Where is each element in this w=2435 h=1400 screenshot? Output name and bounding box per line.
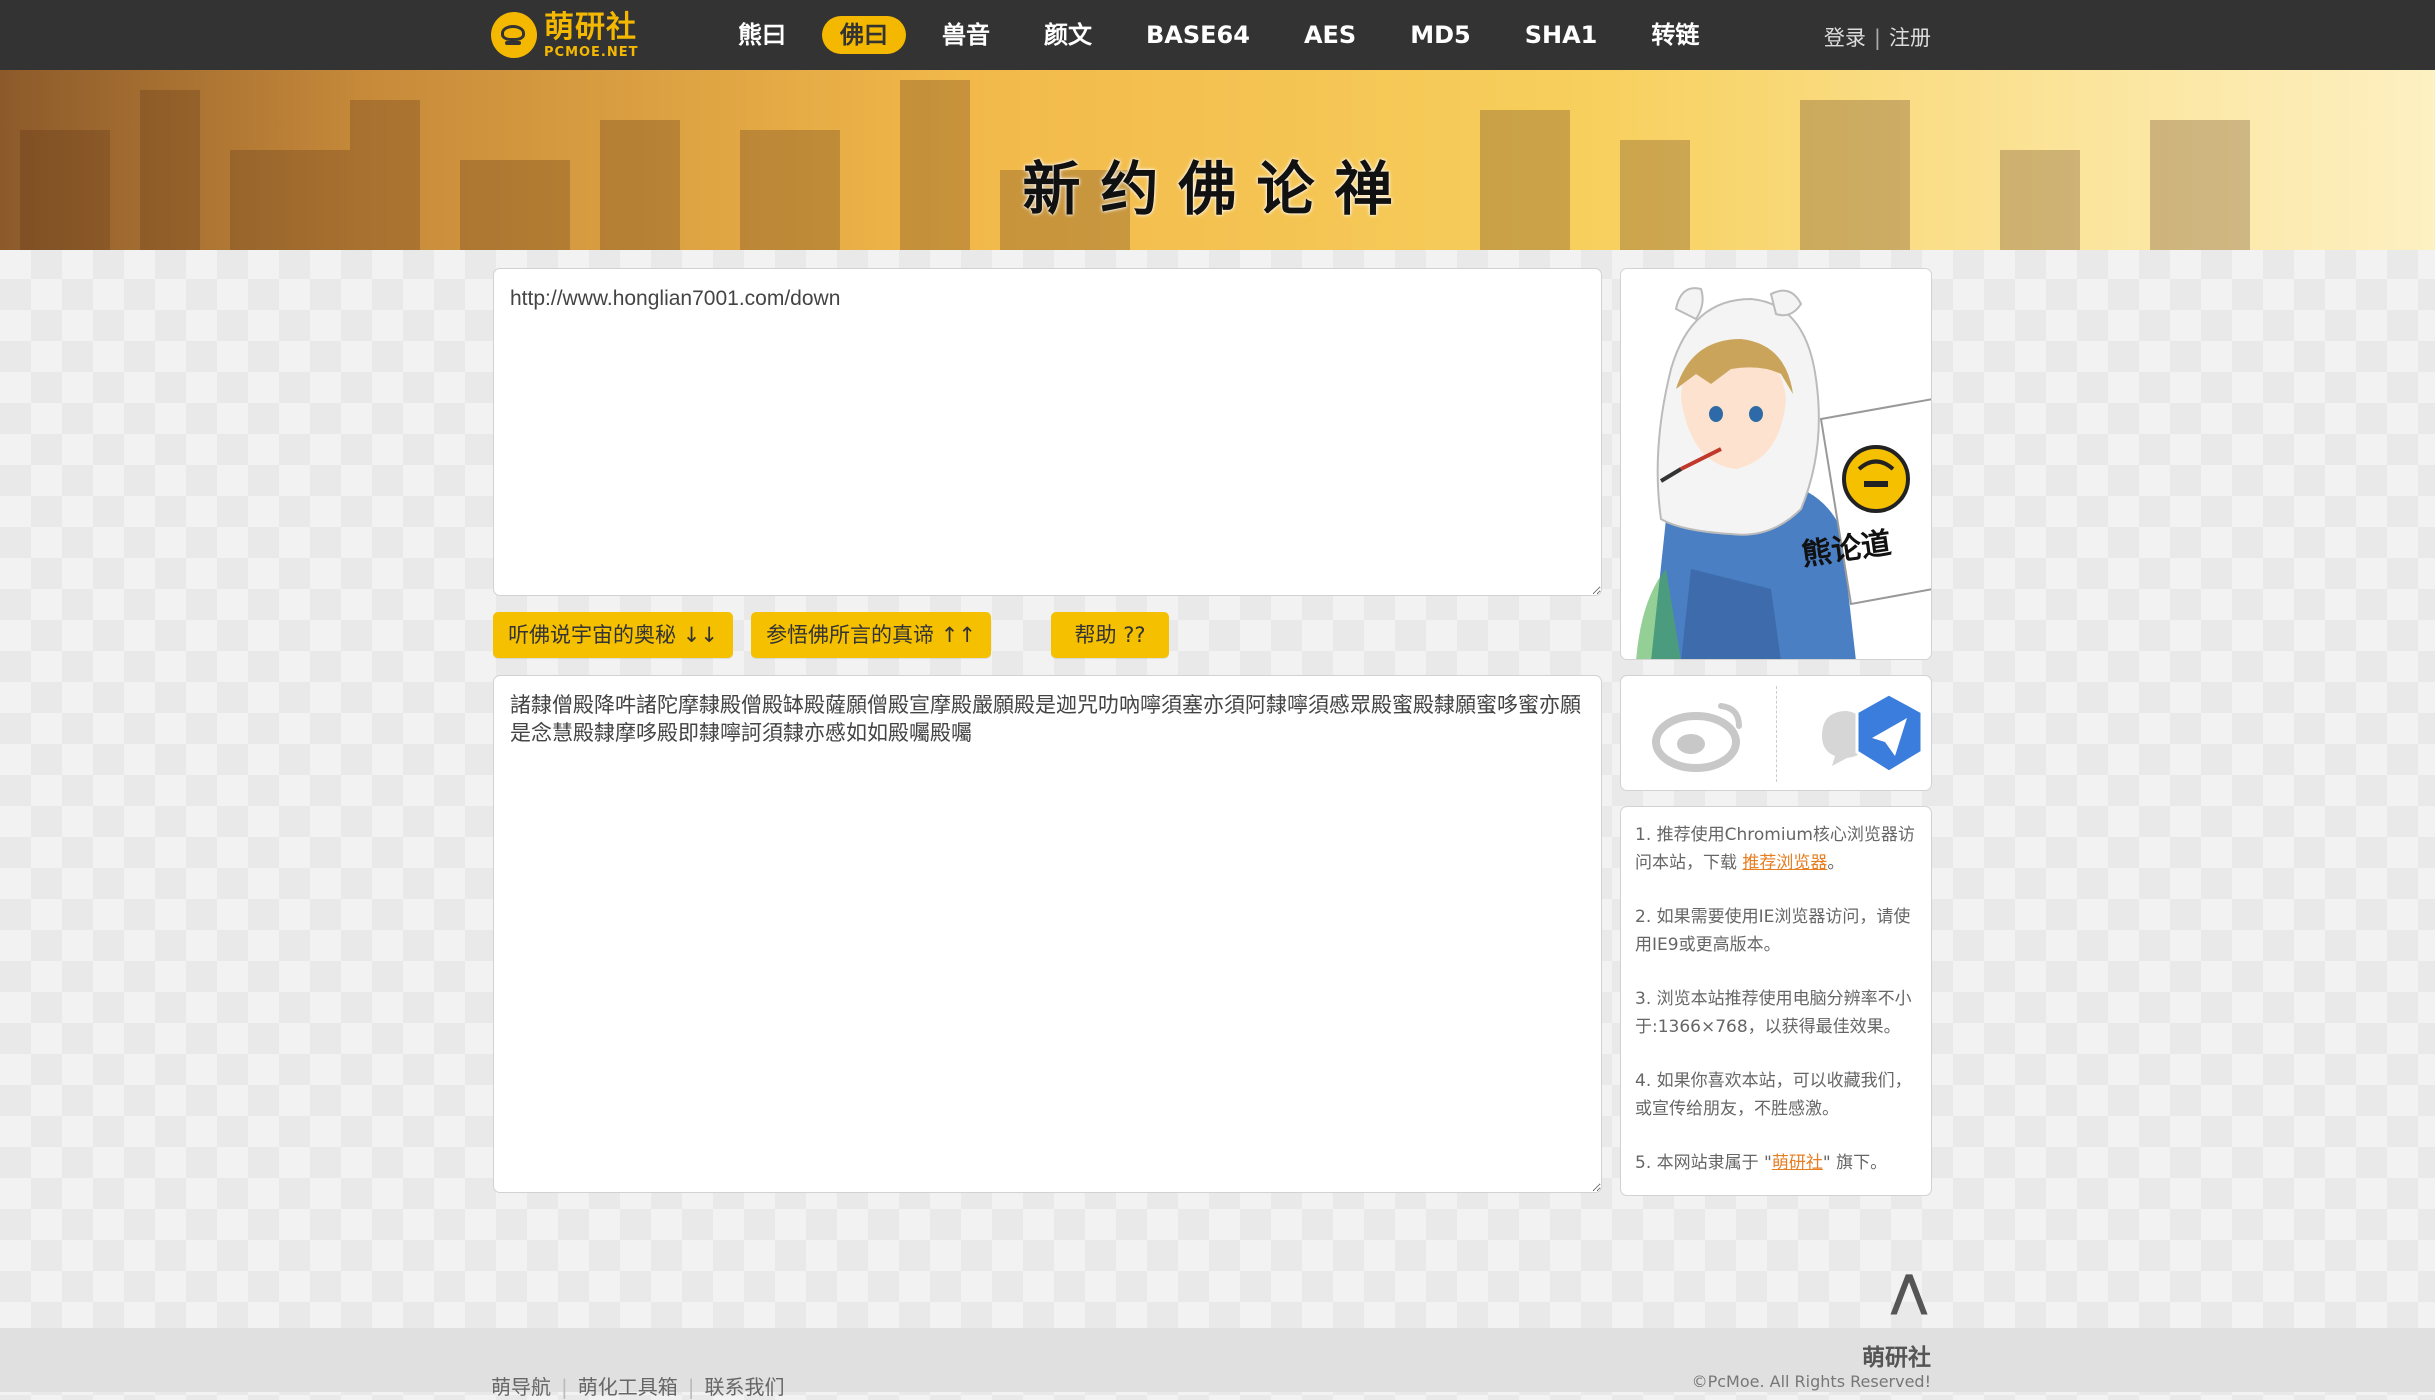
nav-item-base64[interactable]: BASE64 [1128,16,1268,54]
help-button[interactable]: 帮助 ?? [1051,612,1169,658]
nav-item-aes[interactable]: AES [1286,16,1374,54]
note-item: 2. 如果需要使用IE浏览器访问，请使用IE9或更高版本。 [1635,907,1911,955]
notes-panel: 1. 推荐使用Chromium核心浏览器访问本站，下载 推荐浏览器。 2. 如果… [1620,806,1932,1196]
nav-item-shouyin[interactable]: 兽音 [924,16,1008,54]
plaintext-input[interactable]: http://www.honglian7001.com/down [493,268,1602,596]
note-item: 1. 推荐使用Chromium核心浏览器访问本站，下载 推荐浏览器。 [1635,821,1917,877]
top-navbar: 萌研社 PCMOE.NET 熊曰 佛曰 兽音 颜文 BASE64 AES MD5… [0,0,2435,70]
page-banner: 新约佛论禅 [0,70,2435,250]
note-item: 5. 本网站隶属于 "萌研社" 旗下。 [1635,1149,1917,1177]
logo-subtitle: PCMOE.NET [544,45,639,60]
mascot-illustration [1621,269,1931,659]
weibo-share[interactable] [1621,676,1775,792]
recommended-browser-link[interactable]: 推荐浏览器 [1742,853,1827,873]
note-text: 5. 本网站隶属于 " [1635,1153,1772,1173]
footer-separator: | [687,1375,695,1399]
site-logo[interactable]: 萌研社 PCMOE.NET [491,10,641,60]
bear-logo-icon [491,12,537,58]
nav-item-md5[interactable]: MD5 [1392,16,1489,54]
footer-separator: | [561,1375,568,1399]
auth-separator: | [1873,26,1881,50]
auth-links: 登录 | 注册 [1824,22,1931,52]
note-text: " 旗下。 [1822,1153,1888,1173]
nav-item-xiongyue[interactable]: 熊曰 [720,16,804,54]
qq-icon [1822,692,1924,774]
note-item: 3. 浏览本站推荐使用电脑分辨率不小于:1366×768，以获得最佳效果。 [1635,989,1912,1037]
share-panel [1620,675,1932,791]
footer-link-nav[interactable]: 萌导航 [491,1375,551,1399]
main-nav: 熊曰 佛曰 兽音 颜文 BASE64 AES MD5 SHA1 转链 [720,0,1735,70]
nav-item-sha1[interactable]: SHA1 [1507,16,1616,54]
qq-share[interactable] [1777,676,1931,792]
login-link[interactable]: 登录 [1824,26,1866,50]
logo-title: 萌研社 [544,10,637,45]
decode-button[interactable]: 参悟佛所言的真谛 ↑↑ [751,612,991,658]
note-item: 4. 如果你喜欢本站，可以收藏我们，或宣传给朋友，不胜感激。 [1635,1071,1912,1119]
note-text: 。 [1827,853,1845,873]
nav-item-foyue[interactable]: 佛曰 [822,16,906,54]
footer-brand: 萌研社 [1862,1345,1931,1371]
register-link[interactable]: 注册 [1889,26,1931,50]
footer-link-toolbox[interactable]: 萌化工具箱 [578,1375,678,1399]
footer-link-contact[interactable]: 联系我们 [705,1375,785,1399]
nav-item-zhuanlian[interactable]: 转链 [1633,16,1717,54]
encode-button[interactable]: 听佛说宇宙的奥秘 ↓↓ [493,612,733,658]
weibo-icon [1652,703,1742,772]
page-title: 新约佛论禅 [1022,155,1413,223]
pcmoe-link[interactable]: 萌研社 [1772,1153,1823,1173]
nav-item-yanwen[interactable]: 颜文 [1026,16,1110,54]
footer-links: 萌导航 | 萌化工具箱 | 联系我们 [491,1371,785,1400]
back-to-top-button[interactable]: ⋀ [1886,1270,1932,1314]
mascot-image: 熊论道 [1620,268,1932,660]
ciphertext-output[interactable]: 諸隸僧殿降吽諸陀摩隸殿僧殿缽殿薩願僧殿宣摩殿嚴願殿是迦咒叻吶嚀須塞亦須阿隸嚀須慼… [493,675,1602,1193]
footer: 萌导航 | 萌化工具箱 | 联系我们 萌研社 ©PcMoe. All Rights Re… [0,1328,2435,1399]
footer-copyright: ©PcMoe. All Rights Reserved! [1691,1372,1931,1391]
